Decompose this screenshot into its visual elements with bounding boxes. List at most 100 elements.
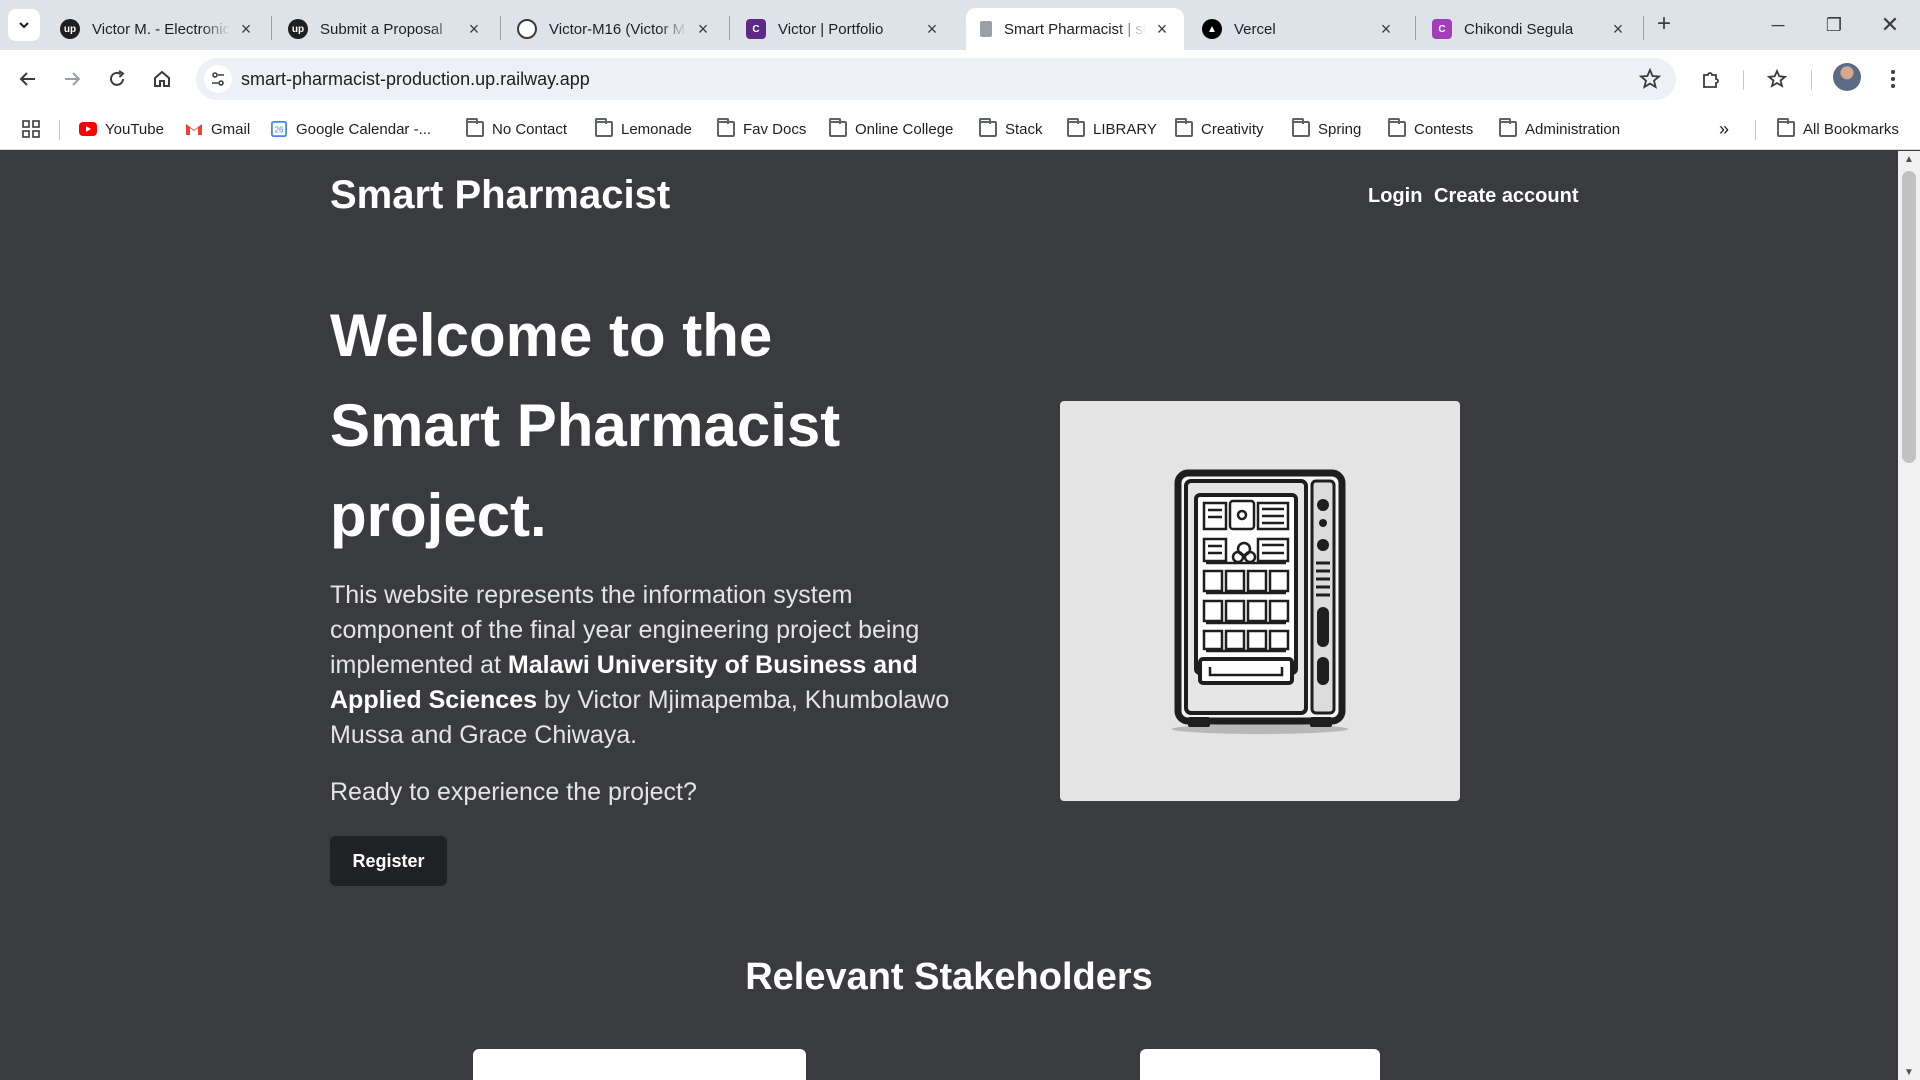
bookmark-label: Administration — [1525, 120, 1621, 138]
address-bar[interactable]: smart-pharmacist-production.up.railway.a… — [196, 58, 1676, 100]
bookmark-star-icon[interactable] — [1638, 67, 1662, 91]
all-bookmarks-button[interactable]: All Bookmarks — [1777, 116, 1899, 142]
bookmark-folder[interactable]: Stack — [979, 116, 1043, 142]
bookmark-label: YouTube — [105, 120, 164, 138]
bookmark-folder[interactable]: Spring — [1292, 116, 1361, 142]
extensions-button[interactable] — [1694, 62, 1728, 96]
bookmark-folder[interactable]: LIBRARY — [1067, 116, 1157, 142]
bookmark-label: Creativity — [1201, 120, 1264, 138]
bookmark-folder[interactable]: Fav Docs — [717, 116, 806, 142]
bookmark-folder[interactable]: Online College — [829, 116, 953, 142]
bookmark-label: Google Calendar -... — [296, 120, 432, 138]
url-text[interactable]: smart-pharmacist-production.up.railway.a… — [241, 69, 590, 90]
page-scrollbar[interactable]: ▲ ▼ — [1898, 151, 1920, 1080]
tab-divider — [1643, 16, 1644, 40]
upwork-icon: up — [288, 19, 308, 39]
tab[interactable]: Victor-M16 (Victor M × — [503, 8, 725, 50]
reload-button[interactable] — [100, 62, 134, 96]
create-account-link[interactable]: Create account — [1434, 185, 1579, 208]
svg-text:26: 26 — [275, 126, 284, 135]
tab-search-button[interactable] — [8, 9, 40, 41]
tab-strip: up Victor M. - Electronic × up Submit a … — [0, 0, 1920, 50]
new-tab-button[interactable]: + — [1650, 10, 1678, 38]
youtube-icon — [79, 122, 97, 136]
back-button[interactable] — [11, 62, 45, 96]
browser-toolbar: smart-pharmacist-production.up.railway.a… — [0, 50, 1920, 108]
site-logo[interactable]: Smart Pharmacist — [330, 173, 670, 218]
bookmark-folder[interactable]: Lemonade — [595, 116, 692, 142]
folder-icon — [1777, 118, 1795, 137]
bookmarks-button[interactable] — [1760, 62, 1794, 96]
tab[interactable]: ▲ Vercel × — [1188, 8, 1408, 50]
bookmark-label: Lemonade — [621, 120, 692, 138]
apps-grid-icon — [22, 120, 40, 138]
bookmark-folder[interactable]: Creativity — [1175, 116, 1264, 142]
folder-icon — [1292, 118, 1310, 137]
bookmark-youtube[interactable]: YouTube — [79, 116, 164, 142]
register-button[interactable]: Register — [330, 836, 447, 886]
bookmark-label: No Contact — [492, 120, 568, 138]
scroll-down-arrow-icon[interactable]: ▼ — [1898, 1064, 1920, 1080]
bookmark-label: All Bookmarks — [1803, 120, 1899, 138]
close-icon[interactable]: × — [693, 19, 713, 39]
tab-title: Smart Pharmacist | sr — [1004, 20, 1146, 38]
stakeholder-card — [1140, 1049, 1380, 1080]
tab-title: Vercel — [1234, 20, 1276, 38]
more-bookmarks-button[interactable]: » — [1719, 116, 1729, 142]
restore-icon: ❐ — [1825, 14, 1843, 35]
close-window-button[interactable]: ✕ — [1862, 0, 1918, 50]
close-icon[interactable]: × — [1152, 19, 1172, 39]
bookmarks-bar: YouTube Gmail 26 Google Calendar -... No… — [0, 108, 1920, 150]
cta-text: Ready to experience the project? — [330, 778, 697, 806]
scroll-up-arrow-icon[interactable]: ▲ — [1898, 151, 1920, 167]
scroll-thumb[interactable] — [1902, 171, 1916, 463]
close-icon[interactable]: × — [236, 19, 256, 39]
apps-button[interactable] — [22, 116, 40, 142]
bookmark-folder[interactable]: Administration — [1499, 116, 1620, 142]
profile-avatar[interactable] — [1833, 63, 1861, 91]
tab[interactable]: C Chikondi Segula × — [1418, 8, 1640, 50]
forward-button[interactable] — [55, 62, 89, 96]
gmail-icon — [186, 124, 202, 135]
tab-divider — [729, 16, 730, 40]
restore-button[interactable]: ❐ — [1806, 0, 1862, 50]
close-icon[interactable]: × — [1376, 19, 1396, 39]
canva-icon: C — [1432, 19, 1452, 39]
tab[interactable]: C Victor | Portfolio × — [732, 8, 954, 50]
minimize-icon: ─ — [1771, 14, 1785, 35]
close-icon[interactable]: × — [922, 19, 942, 39]
toolbar-divider — [1811, 70, 1812, 90]
folder-icon — [829, 118, 847, 137]
bookmark-label: Spring — [1318, 120, 1362, 138]
bookmark-label: Online College — [855, 120, 954, 138]
bookmark-label: Gmail — [211, 120, 251, 138]
more-vertical-icon — [1891, 70, 1895, 88]
folder-icon — [979, 118, 997, 137]
close-icon[interactable]: × — [1608, 19, 1628, 39]
plus-icon: + — [1656, 10, 1671, 37]
login-link[interactable]: Login — [1368, 185, 1422, 208]
bookmark-gmail[interactable]: Gmail — [185, 116, 250, 142]
folder-icon — [595, 118, 613, 137]
bookmark-folder[interactable]: No Contact — [466, 116, 567, 142]
minimize-button[interactable]: ─ — [1750, 0, 1806, 50]
bookmark-folder[interactable]: Contests — [1388, 116, 1473, 142]
site-info-button[interactable] — [204, 65, 232, 93]
close-icon[interactable]: × — [464, 19, 484, 39]
tab-active[interactable]: Smart Pharmacist | sr × — [966, 8, 1184, 50]
tab[interactable]: up Submit a Proposal × — [274, 8, 496, 50]
portfolio-icon: C — [746, 19, 766, 39]
hero-image — [1060, 401, 1460, 801]
star-list-icon — [1766, 68, 1788, 88]
tab[interactable]: up Victor M. - Electronic × — [46, 8, 268, 50]
folder-icon — [717, 118, 735, 137]
folder-icon — [1175, 118, 1193, 137]
home-icon — [154, 70, 170, 87]
tab-divider — [271, 16, 272, 40]
vending-machine-icon — [1172, 469, 1348, 734]
bookmark-label: Contests — [1414, 120, 1474, 138]
tab-title: Victor-M16 (Victor M — [549, 20, 686, 38]
menu-button[interactable] — [1876, 62, 1910, 96]
bookmark-google-calendar[interactable]: 26 Google Calendar -... — [270, 116, 431, 142]
home-button[interactable] — [145, 62, 179, 96]
